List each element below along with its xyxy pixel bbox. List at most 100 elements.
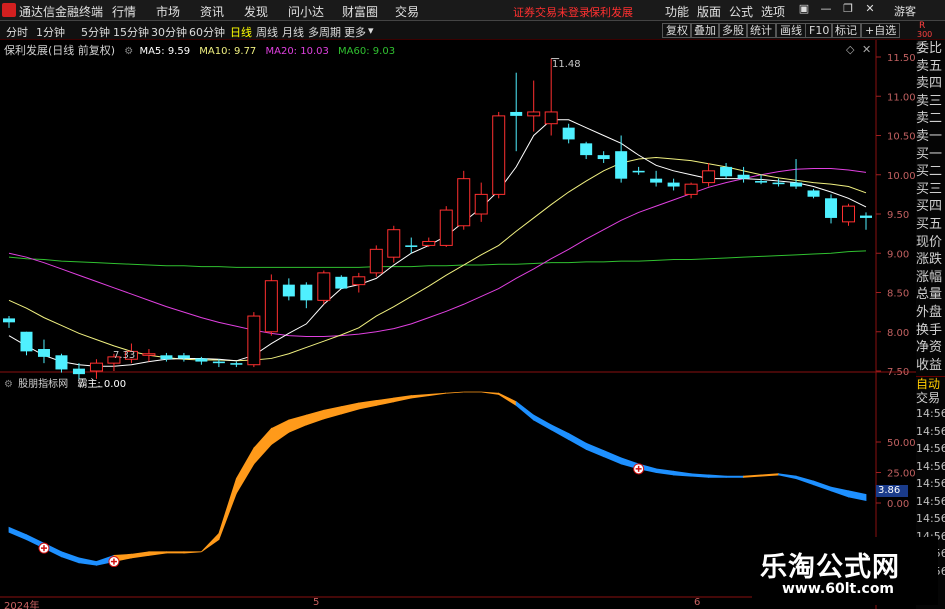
menu-layout[interactable]: 版面: [697, 3, 721, 20]
period-60min[interactable]: 60分钟: [189, 24, 225, 40]
f10-button[interactable]: F10: [805, 23, 834, 38]
skin-icon[interactable]: ▣: [795, 2, 813, 18]
y-tick-label: 10.50: [887, 132, 916, 143]
x-label-may: 5: [313, 597, 320, 608]
mark-button[interactable]: 标记: [831, 23, 861, 38]
adjust-button[interactable]: 复权: [662, 23, 692, 38]
maximize-icon[interactable]: ❐: [839, 2, 857, 18]
y-tick-label: 7.50: [887, 367, 909, 378]
quote-label: 买一: [916, 146, 943, 162]
candle-body-up: [142, 353, 156, 356]
quote-label: 现价: [916, 234, 943, 250]
candle-body-down: [632, 170, 645, 173]
menu-quotes[interactable]: 行情: [112, 3, 136, 20]
candle-body-up: [457, 178, 471, 227]
panel-close-icon[interactable]: ✕: [862, 43, 871, 56]
low-price-label: 7.33: [113, 350, 136, 361]
period-monthly[interactable]: 月线: [282, 24, 304, 40]
overlay-button[interactable]: 叠加: [690, 23, 720, 38]
close-icon[interactable]: ✕: [861, 2, 879, 18]
menu-function[interactable]: 功能: [665, 3, 689, 20]
menu-ask[interactable]: 问小达: [288, 3, 324, 20]
quote-label: 换手: [916, 322, 943, 338]
candle-body-down: [20, 331, 33, 352]
quote-label: 净资: [916, 340, 943, 356]
menu-formula[interactable]: 公式: [729, 3, 753, 20]
high-price-label: 11.48: [552, 59, 581, 70]
y-tick-label: 9.00: [887, 249, 909, 260]
candle-body-down: [177, 355, 190, 359]
indicator-band-segment: [725, 475, 744, 478]
menu-wealth[interactable]: 财富圈: [342, 3, 378, 20]
more-chevron-icon[interactable]: ▾: [368, 24, 374, 37]
candle-body-up: [317, 272, 331, 301]
watermark-title: 乐淘公式网: [760, 552, 900, 583]
period-1min[interactable]: 1分钟: [36, 24, 65, 40]
multi-stock-button[interactable]: 多股: [718, 23, 748, 38]
menu-market[interactable]: 市场: [156, 3, 180, 20]
draw-line-button[interactable]: 画线: [776, 23, 806, 38]
candle-body-up: [369, 248, 383, 274]
sub-y-tick-label: 50.00: [887, 438, 916, 449]
candle-body-up: [439, 209, 453, 246]
candle-body-down: [405, 245, 418, 247]
quote-label: 收益: [916, 357, 943, 373]
y-tick-label: 11.50: [887, 53, 916, 64]
candle-body-down: [580, 143, 593, 156]
quote-label: 买二: [916, 164, 943, 180]
quote-label: 卖三: [916, 93, 943, 109]
period-15min[interactable]: 15分钟: [113, 24, 149, 40]
trade-time: 14:56: [916, 459, 945, 473]
candle-body-down: [615, 151, 628, 179]
watermark-url: www.60lt.com: [782, 581, 895, 597]
sub-settings-icon[interactable]: ⚙: [4, 379, 13, 390]
ma5-label: MA5: 9.59: [139, 46, 191, 57]
candle-body-down: [650, 178, 663, 183]
period-weekly[interactable]: 周线: [256, 24, 278, 40]
trade-time: 14:56: [916, 512, 945, 525]
sub-y-tick-label: 0.00: [887, 499, 909, 510]
period-tick[interactable]: 分时: [6, 24, 28, 40]
period-5min[interactable]: 5分钟: [81, 24, 110, 40]
minimize-icon[interactable]: —: [817, 2, 835, 18]
candle-body-down: [667, 182, 680, 187]
menu-discover[interactable]: 发现: [244, 3, 268, 20]
candle-body-up: [89, 362, 103, 372]
period-30min[interactable]: 30分钟: [151, 24, 187, 40]
settings-gear-icon[interactable]: ⚙: [124, 46, 133, 57]
candle-body-down: [335, 276, 348, 289]
panel-settings-icon[interactable]: ◇: [846, 43, 854, 56]
candle-body-down: [807, 190, 820, 197]
guest-label[interactable]: 游客: [894, 3, 916, 19]
period-multi[interactable]: 多周期: [308, 24, 341, 40]
candle-body-down: [825, 198, 838, 218]
menu-news[interactable]: 资讯: [200, 3, 224, 20]
menu-options[interactable]: 选项: [761, 3, 785, 20]
quote-label: 涨幅: [916, 269, 943, 285]
add-watchlist-button[interactable]: +自选: [861, 23, 901, 38]
sub-y-tick-label: 25.00: [887, 469, 916, 480]
period-more[interactable]: 更多: [344, 24, 366, 40]
candle-body-down: [3, 318, 15, 323]
quote-label: 涨跌: [916, 252, 943, 268]
app-title: 通达信金融终端: [19, 5, 104, 19]
menu-trade[interactable]: 交易: [395, 3, 419, 20]
login-status[interactable]: 证券交易未登录: [513, 4, 590, 20]
price-chart[interactable]: 7.50 8.00 8.50 9.00 9.50 10.00 10.50 11.00 11.50…: [0, 40, 916, 609]
candle-body-down: [772, 182, 785, 185]
candle-body-up: [422, 240, 436, 246]
candle-body-up: [492, 115, 506, 195]
x-label-year: 2024年: [4, 601, 40, 609]
candle-body-down: [160, 355, 173, 360]
candle-body-down: [212, 361, 225, 364]
period-daily[interactable]: 日线: [230, 24, 252, 40]
quote-side-panel: 委比 卖五 卖四 卖三 卖二 卖一 买一 买二 买三 买四 买五 现价 涨跌 涨幅 总量 外盘 换手 净资 收益: [916, 40, 945, 376]
indicator-band-segment: [166, 551, 185, 554]
quote-label: 卖五: [916, 58, 943, 74]
candle-body-down: [790, 182, 803, 187]
chart-bg: [0, 40, 876, 609]
y-tick-label: 11.00: [887, 92, 916, 103]
stats-button[interactable]: 统计: [746, 23, 776, 38]
indicator-name: 股朋指标网: [18, 379, 69, 390]
quote-label: 买三: [916, 181, 943, 197]
